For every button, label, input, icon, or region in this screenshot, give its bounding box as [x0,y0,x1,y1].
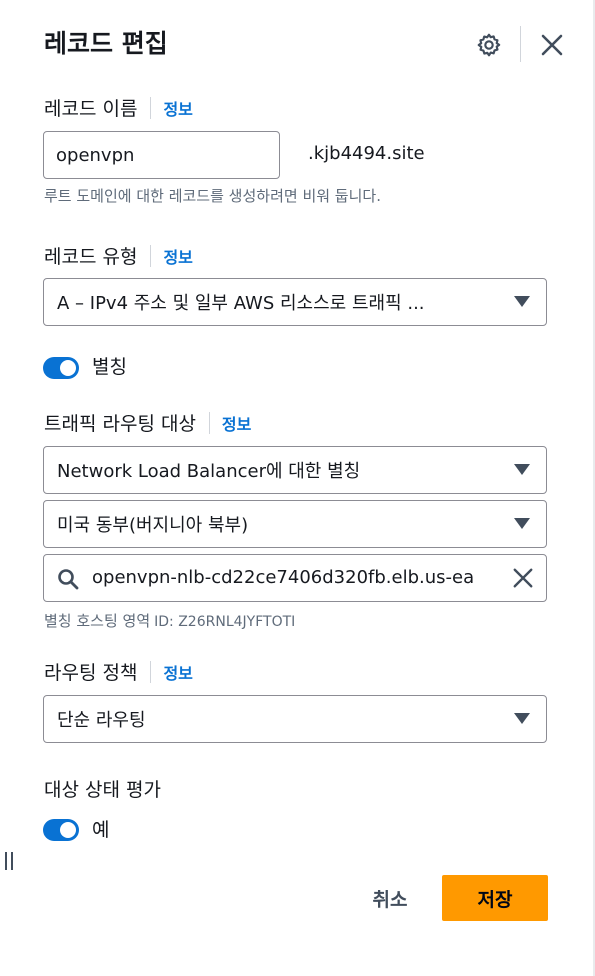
traffic-target-info-link[interactable]: 정보 [222,411,251,435]
close-icon[interactable] [540,33,564,57]
gear-icon[interactable] [476,32,502,58]
routing-policy-label: 라우팅 정책 정보 [44,658,193,685]
record-name-label: 레코드 이름 정보 [44,94,193,121]
traffic-target-label: 트래픽 라우팅 대상 정보 [44,409,251,436]
domain-suffix: .kjb4494.site [308,143,425,164]
label-divider [150,244,152,267]
alias-toggle[interactable] [43,357,79,379]
caret-down-icon [514,296,530,307]
endpoint-value: Network Load Balancer에 대한 별칭 [57,461,361,482]
record-type-info-link[interactable]: 정보 [163,244,192,268]
alias-hosted-zone-id: ID: Z26RNL4JYFTOTI [154,614,296,630]
toggle-knob [60,822,76,838]
health-toggle[interactable] [43,819,79,841]
record-name-label-text: 레코드 이름 [44,98,138,120]
record-type-value: A – IPv4 주소 및 일부 AWS 리소스로 트래픽 ... [57,293,425,314]
record-type-label-text: 레코드 유형 [44,246,138,268]
traffic-target-label-text: 트래픽 라우팅 대상 [44,413,196,435]
save-button[interactable]: 저장 [442,875,548,921]
region-select[interactable]: 미국 동부(버지니아 북부) [43,500,547,548]
clear-icon[interactable] [512,567,534,589]
header-divider [520,26,521,62]
label-divider [208,411,210,434]
search-icon [58,569,79,590]
caret-down-icon [514,464,530,475]
routing-policy-info-link[interactable]: 정보 [163,660,192,684]
routing-policy-value: 단순 라우팅 [57,710,146,731]
edit-record-panel: 레코드 편집 레코드 이름 정보 openvpn .kjb4494.site 루… [0,0,595,976]
cancel-button[interactable]: 취소 [358,875,422,921]
label-divider [150,660,152,683]
record-name-input[interactable]: openvpn [43,131,280,179]
caret-down-icon [514,713,530,724]
endpoint-select[interactable]: Network Load Balancer에 대한 별칭 [43,446,547,494]
resize-grip-icon[interactable] [5,852,15,870]
health-label-text: 대상 상태 평가 [44,779,161,801]
alias-hosted-zone: 별칭 호스팅 영역 ID: Z26RNL4JYFTOTI [44,610,295,631]
alias-toggle-label: 별칭 [92,356,127,378]
routing-policy-label-text: 라우팅 정책 [44,662,138,684]
record-type-label: 레코드 유형 정보 [44,242,193,269]
caret-down-icon [514,518,530,529]
load-balancer-search-input[interactable]: openvpn-nlb-cd22ce7406d320fb.elb.us-ea [43,554,547,602]
health-label: 대상 상태 평가 [44,775,161,802]
load-balancer-search-value: openvpn-nlb-cd22ce7406d320fb.elb.us-ea [92,567,475,588]
region-value: 미국 동부(버지니아 북부) [57,515,249,536]
record-name-info-link[interactable]: 정보 [163,96,192,120]
record-type-select[interactable]: A – IPv4 주소 및 일부 AWS 리소스로 트래픽 ... [43,278,547,326]
toggle-knob [60,360,76,376]
health-toggle-label: 예 [92,819,110,841]
alias-hosted-zone-label: 별칭 호스팅 영역 [44,612,151,630]
page-title: 레코드 편집 [44,29,168,58]
label-divider [150,96,152,119]
routing-policy-select[interactable]: 단순 라우팅 [43,695,547,743]
record-name-hint: 루트 도메인에 대한 레코드를 생성하려면 비워 둡니다. [44,187,381,205]
